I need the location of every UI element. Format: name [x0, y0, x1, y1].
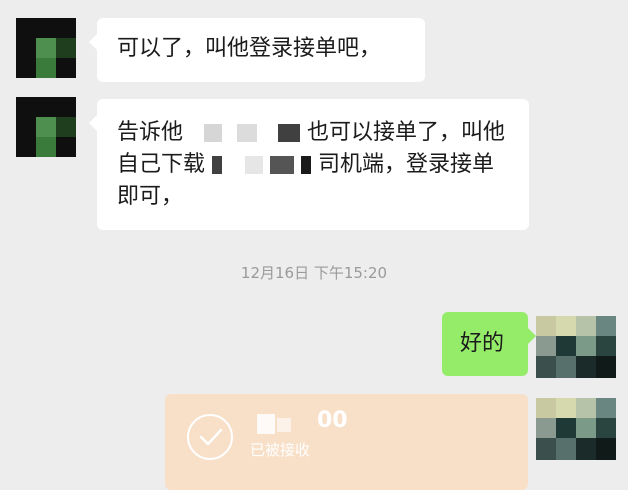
message-text: 告诉他	[117, 120, 184, 145]
message-text: 可以了，叫他登录接单吧，	[117, 36, 382, 61]
redacted-text	[301, 156, 312, 174]
message-line: 告诉他 也可以接单了，叫他	[117, 117, 509, 149]
message-bubble[interactable]: 好的	[442, 312, 536, 376]
redacted-amount	[277, 418, 291, 432]
avatar[interactable]	[536, 316, 616, 378]
redacted-text	[270, 156, 295, 174]
redacted-text	[204, 124, 223, 142]
message-text: 自己下载	[117, 152, 206, 177]
avatar[interactable]	[16, 97, 76, 157]
message-text: 好的	[460, 331, 505, 356]
message-line: 即可，	[117, 181, 509, 213]
message-bubble[interactable]: 告诉他 也可以接单了，叫他 自己下载 司机端，登录接单 即可，	[89, 99, 529, 230]
transfer-card[interactable]: 00 已被接收	[165, 394, 528, 490]
timestamp: 12月16日 下午15:20	[240, 264, 388, 282]
transfer-amount: 00	[317, 408, 348, 433]
check-circle-icon	[187, 414, 233, 460]
redacted-amount	[257, 414, 275, 434]
message-text: 即可，	[117, 184, 184, 209]
redacted-text	[245, 156, 264, 174]
message-text: 也可以接单了，叫他	[307, 120, 506, 145]
avatar[interactable]	[16, 18, 76, 78]
message-line: 自己下载 司机端，登录接单	[117, 149, 509, 181]
redacted-text	[278, 124, 301, 142]
message-bubble[interactable]: 可以了，叫他登录接单吧，	[89, 18, 425, 82]
redacted-text	[237, 124, 258, 142]
transfer-status: 已被接收	[250, 441, 311, 459]
redacted-text	[212, 156, 223, 174]
avatar[interactable]	[536, 398, 616, 460]
message-text: 司机端，登录接单	[318, 152, 495, 177]
